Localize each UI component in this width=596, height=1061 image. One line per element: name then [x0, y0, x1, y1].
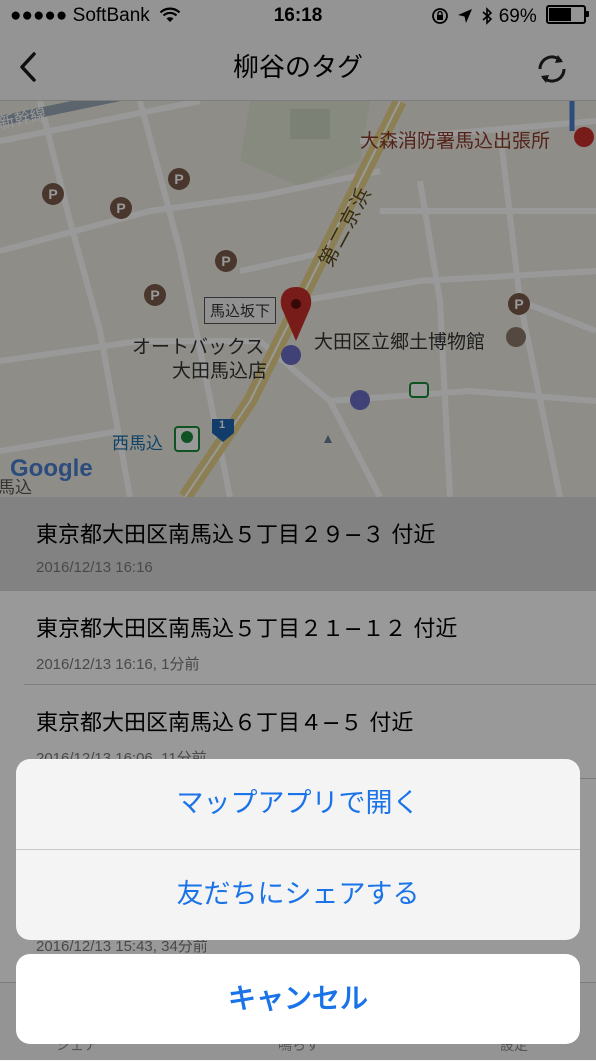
open-in-maps-button[interactable]: マップアプリで開く — [16, 759, 580, 849]
cancel-button[interactable]: キャンセル — [16, 954, 580, 1044]
share-with-friends-button[interactable]: 友だちにシェアする — [16, 850, 580, 940]
action-sheet: マップアプリで開く 友だちにシェアする — [16, 759, 580, 940]
